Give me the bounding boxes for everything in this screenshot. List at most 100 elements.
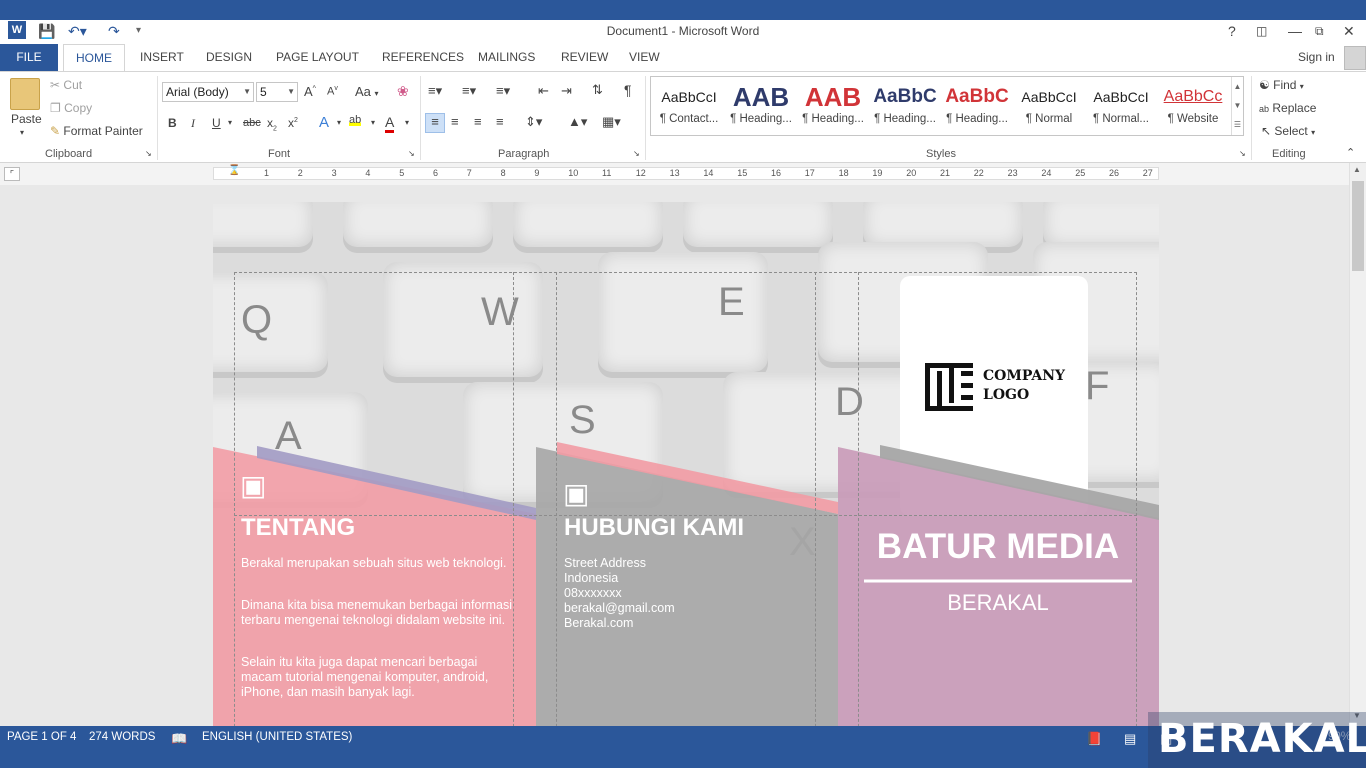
styles-launcher-icon[interactable]: ↘	[1239, 149, 1246, 158]
paste-dropdown-icon[interactable]: ▾	[20, 128, 24, 137]
chip-icon: ▣	[563, 478, 590, 509]
borders-icon[interactable]: ▦▾	[602, 114, 621, 130]
paragraph-launcher-icon[interactable]: ↘	[633, 149, 640, 158]
copy-button[interactable]: ❐ Copy	[50, 101, 92, 115]
tab-file[interactable]: FILE	[0, 44, 58, 71]
tab-review[interactable]: REVIEW	[561, 50, 608, 64]
multilevel-list-icon[interactable]: ≡▾	[496, 83, 510, 99]
replace-button[interactable]: ab Replace	[1259, 101, 1316, 115]
tab-mailings[interactable]: MAILINGS	[478, 50, 535, 64]
grow-font-icon[interactable]: A^	[304, 84, 316, 99]
scroll-up-icon[interactable]: ▲	[1353, 165, 1361, 174]
tab-design[interactable]: DESIGN	[206, 50, 252, 64]
cursor-icon: ↖	[1261, 124, 1272, 138]
tab-insert[interactable]: INSERT	[140, 50, 184, 64]
avatar[interactable]	[1344, 46, 1366, 70]
bold-icon[interactable]: B	[168, 116, 177, 130]
paste-button[interactable]: Paste	[11, 112, 42, 126]
highlight-icon[interactable]: ab	[349, 114, 362, 126]
tab-references[interactable]: REFERENCES	[382, 50, 464, 64]
vertical-scrollbar[interactable]: ▲ ▼	[1349, 163, 1366, 726]
align-left-icon[interactable]: ≡	[425, 113, 445, 133]
style-preview: AaBbCcI	[661, 89, 717, 105]
clipboard-launcher-icon[interactable]: ↘	[145, 149, 152, 158]
chevron-down-icon: ▾	[1311, 128, 1316, 137]
ruler-tick-label: 22	[973, 168, 984, 178]
tab-page-layout[interactable]: PAGE LAYOUT	[276, 50, 359, 64]
decrease-indent-icon[interactable]: ⇤	[538, 83, 549, 99]
chevron-down-icon[interactable]: ▾	[337, 118, 341, 127]
sort-icon[interactable]: ⇅	[592, 82, 603, 98]
ruler-tick-label: 17	[804, 168, 815, 178]
page-count[interactable]: PAGE 1 OF 4	[7, 731, 76, 743]
style-item[interactable]: AaBbCcI ¶ Normal	[1013, 81, 1085, 133]
tentang-paragraph-2: Dimana kita bisa menemukan berbagai info…	[241, 598, 512, 627]
justify-icon[interactable]: ≡	[496, 114, 504, 129]
copy-icon: ❐	[50, 101, 61, 115]
word-count[interactable]: 274 WORDS	[89, 731, 155, 743]
font-family-combo[interactable]: Arial (Body) ▼	[162, 82, 254, 102]
tab-view[interactable]: VIEW	[629, 50, 660, 64]
strikethrough-icon[interactable]: abc	[243, 117, 261, 129]
find-button[interactable]: ☯ Find ▾	[1259, 78, 1304, 92]
proofing-icon[interactable]: 📖	[171, 731, 187, 747]
paragraph-group-label: Paragraph	[498, 148, 550, 160]
style-name: ¶ Normal...	[1092, 113, 1150, 125]
tab-home[interactable]: HOME	[63, 44, 125, 72]
ruler-tick-label: 15	[737, 168, 748, 178]
close-icon[interactable]: ✕	[1343, 22, 1355, 40]
contact-lines: Street Address Indonesia 08xxxxxxx berak…	[564, 556, 814, 631]
style-item[interactable]: AaBbCcI ¶ Normal...	[1085, 81, 1157, 133]
change-case-button[interactable]: Aa ▾	[355, 84, 379, 99]
text-effects-icon[interactable]: A	[319, 114, 329, 131]
ribbon-display-options-icon[interactable]: ◫	[1256, 22, 1267, 40]
align-right-icon[interactable]: ≡	[474, 114, 482, 129]
italic-icon[interactable]: I	[191, 116, 195, 131]
help-button[interactable]: ?	[1228, 22, 1236, 40]
font-launcher-icon[interactable]: ↘	[408, 149, 415, 158]
company-logo-icon	[925, 363, 973, 411]
collapse-ribbon-icon[interactable]: ⌃	[1346, 146, 1355, 159]
style-item[interactable]: AaBbC ¶ Heading...	[941, 81, 1013, 133]
language-status[interactable]: ENGLISH (UNITED STATES)	[202, 731, 352, 743]
indent-marker-icon[interactable]: ⌛	[228, 165, 240, 176]
format-painter-button[interactable]: ✎ Format Painter	[50, 124, 143, 138]
style-item[interactable]: AaBbC ¶ Heading...	[869, 81, 941, 133]
tab-selector-icon[interactable]: ⌜	[4, 167, 20, 181]
underline-icon[interactable]: U	[212, 116, 221, 130]
scroll-thumb[interactable]	[1352, 181, 1364, 271]
chevron-down-icon[interactable]: ▾	[228, 118, 232, 127]
style-item[interactable]: AAB ¶ Heading...	[797, 81, 869, 133]
read-mode-icon[interactable]: 📕	[1086, 731, 1102, 747]
bullets-icon[interactable]: ≡▾	[428, 83, 442, 99]
font-size-combo[interactable]: 5 ▼	[256, 82, 298, 102]
document-page[interactable]: Q W E A S D X F COMPANY LOGO ▣ TENTANG B…	[213, 202, 1159, 726]
subscript-icon[interactable]: x2	[267, 116, 277, 132]
numbering-icon[interactable]: ≡▾	[462, 83, 476, 99]
show-formatting-icon[interactable]: ¶	[624, 82, 632, 98]
sign-in-link[interactable]: Sign in	[1298, 50, 1335, 64]
font-color-icon[interactable]: A	[385, 114, 395, 133]
cut-button[interactable]: ✂ Cut	[50, 78, 82, 92]
paste-icon[interactable]	[10, 78, 40, 110]
line-spacing-icon[interactable]: ⇕▾	[525, 114, 542, 130]
ruler-tick-label: 9	[534, 168, 540, 178]
brand-subtitle: BERAKAL	[947, 590, 1049, 615]
shading-icon[interactable]: ▲▾	[568, 114, 587, 130]
select-button[interactable]: ↖ Select ▾	[1261, 124, 1315, 138]
clear-formatting-icon[interactable]: ❀	[397, 83, 409, 100]
align-center-icon[interactable]: ≡	[451, 114, 459, 129]
minimize-icon[interactable]: —	[1288, 22, 1302, 40]
gallery-scroll[interactable]: ▲ ▼ ☰	[1231, 77, 1243, 135]
increase-indent-icon[interactable]: ⇥	[561, 83, 572, 99]
restore-icon[interactable]: ⧉	[1315, 22, 1324, 40]
format-painter-label: Format Painter	[63, 124, 143, 138]
chevron-down-icon[interactable]: ▾	[371, 118, 375, 127]
shrink-font-icon[interactable]: Av	[327, 85, 338, 98]
chevron-down-icon[interactable]: ▾	[405, 118, 409, 127]
style-item[interactable]: AAB ¶ Heading...	[725, 81, 797, 133]
superscript-icon[interactable]: x2	[288, 116, 298, 130]
style-item[interactable]: AaBbCcI ¶ Contact...	[653, 81, 725, 133]
print-layout-icon[interactable]: ▤	[1124, 731, 1136, 747]
style-item[interactable]: AaBbCc ¶ Website	[1157, 81, 1229, 133]
